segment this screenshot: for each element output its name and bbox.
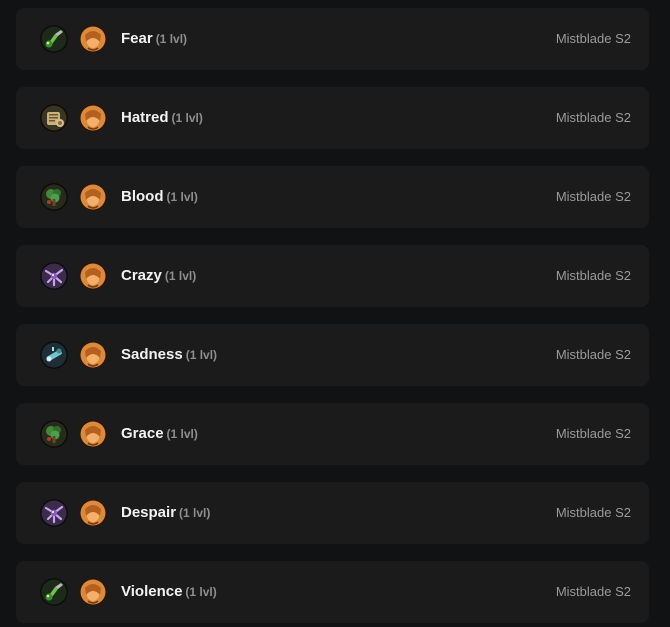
green-potion-icon [40,25,68,53]
orange-portrait-icon [79,25,107,53]
talent-name: Violence [121,583,183,600]
teal-mechanism-icon [40,341,68,369]
talent-level: (1 lvl) [155,32,188,46]
talent-source: Mistblade S2 [555,268,631,283]
orange-portrait-icon [79,420,107,448]
talent-level: (1 lvl) [166,427,198,441]
orange-portrait-icon [79,499,107,527]
green-tree-icon [40,420,68,448]
list-item[interactable]: Blood (1 lvl) Mistblade S2 [16,166,649,228]
green-potion-icon [40,578,68,606]
talent-level: (1 lvl) [166,190,198,204]
talent-name: Crazy [121,267,162,284]
purple-creature-icon [40,262,68,290]
orange-portrait-icon [79,104,107,132]
talent-source: Mistblade S2 [555,189,631,204]
list-item[interactable]: Violence (1 lvl) Mistblade S2 [16,561,649,623]
talent-level: (1 lvl) [164,269,197,283]
talent-level: (1 lvl) [185,585,217,599]
talent-name: Sadness [121,346,183,363]
talent-level: (1 lvl) [171,111,203,125]
talent-name: Blood [121,188,164,205]
orange-portrait-icon [79,183,107,211]
orange-portrait-icon [79,262,107,290]
talent-source: Mistblade S2 [555,584,631,599]
talent-name: Despair [121,504,177,521]
talent-source: Mistblade S2 [555,31,631,46]
talent-name: Grace [121,425,164,442]
talent-list: Fear (1 lvl) Mistblade S2 Hatred (1 lvl) M… [0,0,670,627]
list-item[interactable]: Fear (1 lvl) Mistblade S2 [16,8,649,70]
list-item[interactable]: Grace (1 lvl) Mistblade S2 [16,403,649,465]
list-item[interactable]: Hatred (1 lvl) Mistblade S2 [16,87,649,149]
talent-name: Hatred [121,109,169,126]
talent-source: Mistblade S2 [555,426,631,441]
orange-portrait-icon [79,341,107,369]
list-item[interactable]: Crazy (1 lvl) Mistblade S2 [16,245,649,307]
green-tree-icon [40,183,68,211]
list-item[interactable]: Sadness (1 lvl) Mistblade S2 [16,324,649,386]
golden-scroll-icon [40,104,68,132]
list-item[interactable]: Despair (1 lvl) Mistblade S2 [16,482,649,544]
talent-level: (1 lvl) [185,348,218,362]
talent-name: Fear [121,30,153,47]
talent-level: (1 lvl) [179,506,211,520]
purple-creature-icon [40,499,68,527]
talent-source: Mistblade S2 [555,347,631,362]
talent-source: Mistblade S2 [555,505,631,520]
orange-portrait-icon [79,578,107,606]
talent-source: Mistblade S2 [555,110,631,125]
